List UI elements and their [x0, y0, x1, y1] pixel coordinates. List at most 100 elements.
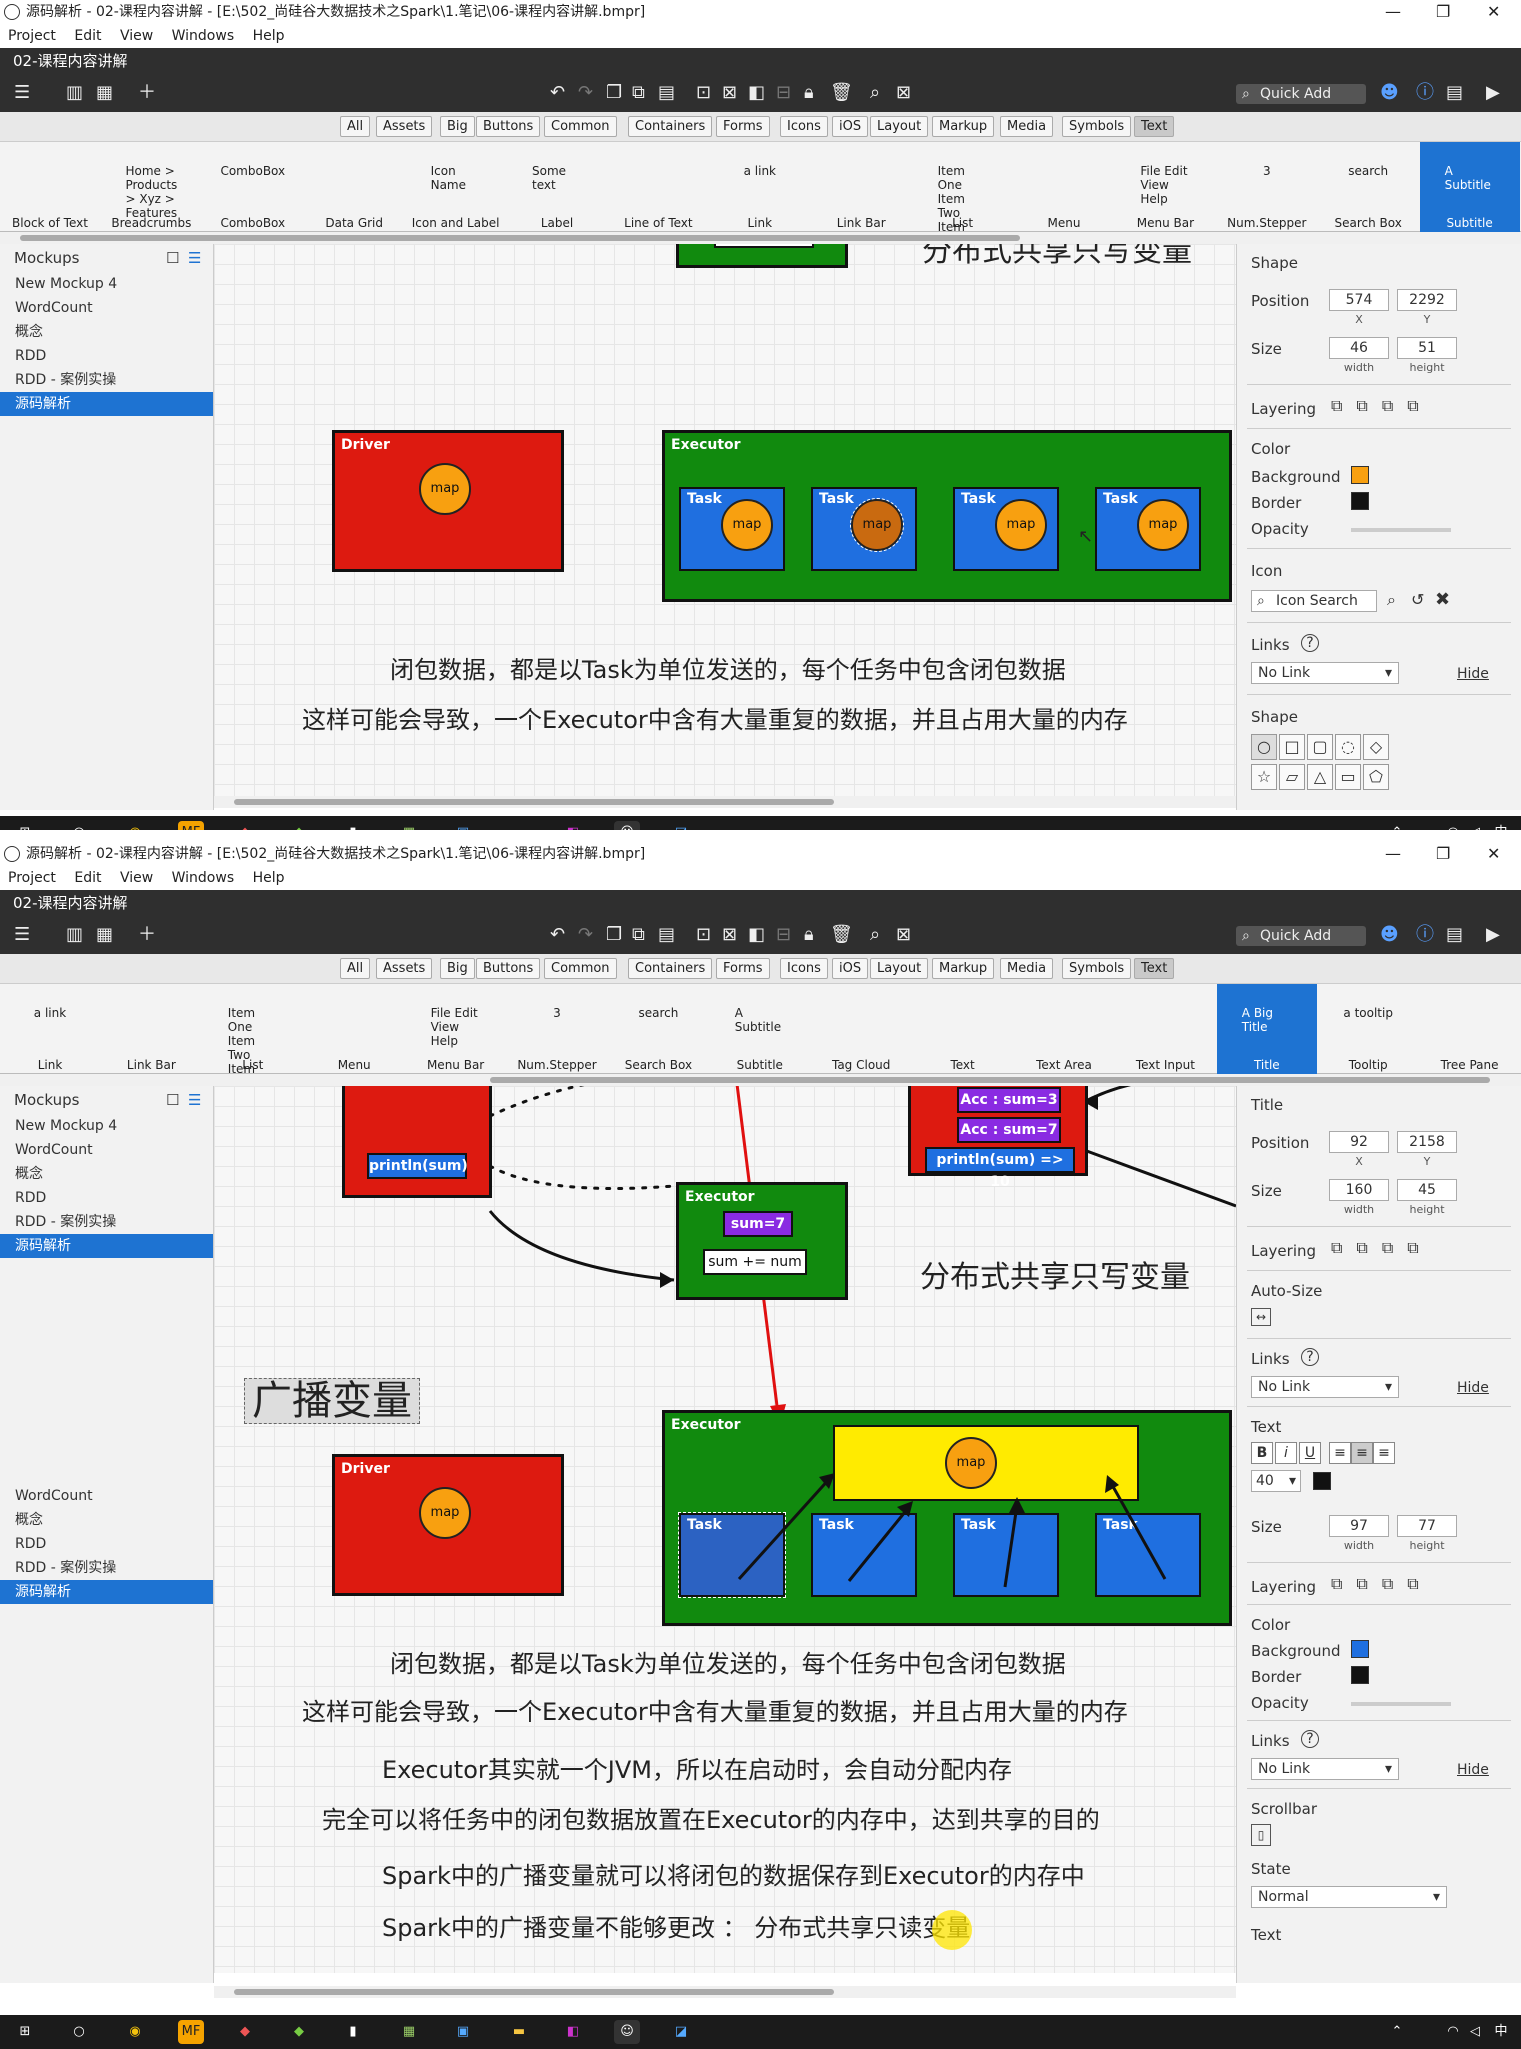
library-scrollbar[interactable]: [0, 232, 1521, 244]
filter-icons[interactable]: Icons: [780, 116, 828, 137]
acc-sum-3-badge[interactable]: Acc : sum=3: [957, 1087, 1061, 1113]
sum-badge[interactable]: sum=7: [723, 1211, 793, 1237]
info-icon[interactable]: ⓘ: [1416, 924, 1434, 946]
opacity-slider[interactable]: [1351, 528, 1451, 532]
task-box-3[interactable]: Task map: [953, 487, 1059, 571]
notes-icon[interactable]: ▤: [1446, 924, 1463, 946]
hamburger-icon[interactable]: ☰: [14, 924, 30, 946]
library-item-link[interactable]: a link Link: [710, 142, 810, 232]
app-icon-5[interactable]: ▣: [450, 2020, 476, 2044]
start-icon[interactable]: ⊞: [12, 821, 38, 830]
filter-common[interactable]: Common: [544, 116, 617, 137]
library-item-search-box[interactable]: search Search Box: [1318, 142, 1418, 232]
undo-icon[interactable]: ↶: [550, 82, 565, 104]
library-item-text[interactable]: Text: [913, 984, 1013, 1074]
filter-forms[interactable]: Forms: [716, 958, 770, 979]
driver-box[interactable]: Driver map: [332, 1454, 564, 1596]
shape-triangle-icon[interactable]: △: [1307, 764, 1333, 790]
lock-icon[interactable]: 🔒︎: [804, 82, 814, 104]
menu-edit[interactable]: Edit: [74, 28, 101, 44]
text-color-swatch[interactable]: [1313, 1472, 1331, 1490]
align-icon[interactable]: ⊟: [776, 82, 791, 104]
position-y-input[interactable]: 2158: [1397, 1131, 1457, 1153]
app-icon-2[interactable]: ◆: [286, 2020, 312, 2044]
map-circle[interactable]: map: [721, 499, 773, 551]
app-icon-6[interactable]: ◪: [668, 821, 694, 830]
library-item-menu[interactable]: Menu: [304, 984, 404, 1074]
filter-big[interactable]: Big: [440, 116, 475, 137]
quick-add-input[interactable]: ⌕ Quick Add: [1236, 926, 1366, 946]
sidebar-item-concept[interactable]: 概念: [0, 320, 213, 344]
sidebar-item-rdd[interactable]: RDD: [0, 1186, 213, 1210]
sidebar-item-rdd-cases[interactable]: RDD - 案例实操: [0, 1556, 213, 1580]
canvas-bottom[interactable]: println(sum) Executor sum=7 sum += num A…: [214, 1086, 1236, 1973]
link2-select[interactable]: No Link ▾: [1251, 1758, 1399, 1780]
border-swatch[interactable]: [1351, 1666, 1369, 1684]
help-icon[interactable]: ?: [1301, 634, 1319, 652]
executor-box-small[interactable]: Executor sum=7 sum += num: [676, 1182, 848, 1300]
library-item-menu-bar[interactable]: File Edit View Help Menu Bar: [1115, 142, 1215, 232]
collapse-icon[interactable]: ☐: [166, 244, 179, 272]
size2-width-input[interactable]: 97: [1329, 1515, 1389, 1537]
library-item-icon-and-label[interactable]: Icon Name Icon and Label: [406, 142, 506, 232]
driver-box[interactable]: Driver map: [332, 430, 564, 572]
info-icon[interactable]: ⓘ: [1416, 82, 1434, 104]
grid-view-icon[interactable]: ▦: [96, 82, 113, 104]
sidebar-item-rdd-cases[interactable]: RDD - 案例实操: [0, 368, 213, 392]
app-icon-1[interactable]: ◆: [232, 821, 258, 830]
state-select[interactable]: Normal ▾: [1251, 1886, 1447, 1908]
group-icon[interactable]: ⊡: [696, 82, 711, 104]
opacity-slider[interactable]: [1351, 1702, 1451, 1706]
shape-dashed-circle-icon[interactable]: ◌: [1335, 734, 1361, 760]
maximize-icon[interactable]: ❐: [1436, 0, 1450, 24]
library-item-subtitle[interactable]: A Subtitle Subtitle: [1419, 142, 1520, 232]
search-icon[interactable]: ⌕: [870, 82, 880, 104]
map-circle[interactable]: map: [419, 463, 471, 515]
align-center-icon[interactable]: ≡: [1351, 1442, 1373, 1464]
library-item-menu-bar[interactable]: File Edit View Help Menu Bar: [406, 984, 506, 1074]
executor-box[interactable]: Executor map Task Task Task Task: [662, 1410, 1232, 1626]
library-item-title[interactable]: A Big Title Title: [1216, 984, 1317, 1074]
ungroup-icon[interactable]: ⊠: [722, 82, 737, 104]
align-right-icon[interactable]: ≡: [1373, 1442, 1395, 1464]
balsamiq-icon[interactable]: ☺: [614, 821, 640, 830]
undo-icon[interactable]: ↶: [550, 924, 565, 946]
duplicate-icon[interactable]: ⧉: [632, 924, 645, 946]
close-icon[interactable]: ✕: [1487, 0, 1500, 24]
filter-layout[interactable]: Layout: [870, 958, 929, 979]
filter-icons[interactable]: Icons: [780, 958, 828, 979]
shape-callout-icon[interactable]: ▭: [1335, 764, 1361, 790]
position-x-input[interactable]: 92: [1329, 1131, 1389, 1153]
help-icon[interactable]: ?: [1301, 1730, 1319, 1748]
executor-box[interactable]: Executor Task map Task map Task map Task map: [662, 430, 1232, 602]
filter-markup[interactable]: Markup: [932, 958, 995, 979]
account-icon[interactable]: ☻: [1380, 924, 1399, 946]
shape-star-icon[interactable]: ☆: [1251, 764, 1277, 790]
plus-icon[interactable]: ＋: [138, 82, 156, 104]
help-icon[interactable]: ?: [1301, 1348, 1319, 1366]
document-tab[interactable]: 02-课程内容讲解: [0, 48, 1521, 74]
filter-assets[interactable]: Assets: [376, 116, 433, 137]
position-x-input[interactable]: 574: [1329, 289, 1389, 311]
icon-browse-icon[interactable]: ⌕: [1387, 590, 1396, 610]
quick-add-input[interactable]: ⌕ Quick Add: [1236, 84, 1366, 104]
autosize-toggle-icon[interactable]: ↔: [1251, 1308, 1271, 1326]
arrange-icon[interactable]: ◧: [748, 82, 765, 104]
println-button[interactable]: println(sum): [367, 1153, 468, 1179]
menu-help[interactable]: Help: [253, 870, 285, 886]
canvas-h-scrollbar[interactable]: [214, 1986, 1236, 1998]
filter-all[interactable]: All: [340, 116, 371, 137]
menu-help[interactable]: Help: [253, 28, 285, 44]
app-icon-4[interactable]: ▦: [396, 821, 422, 830]
filter-buttons[interactable]: Buttons: [476, 958, 541, 979]
filter-markup[interactable]: Markup: [932, 116, 995, 137]
library-item-tree-pane[interactable]: Tree Pane: [1420, 984, 1520, 1074]
volume-icon[interactable]: ◁: [1462, 821, 1488, 830]
start-icon[interactable]: ⊞: [12, 2020, 38, 2044]
fullscreen-icon[interactable]: ⊠: [896, 82, 911, 104]
filter-layout[interactable]: Layout: [870, 116, 929, 137]
canvas-h-scrollbar[interactable]: [214, 796, 1236, 808]
app-icon-6[interactable]: ◪: [668, 2020, 694, 2044]
paste-icon[interactable]: ▤: [658, 924, 675, 946]
menu-project[interactable]: Project: [8, 28, 56, 44]
